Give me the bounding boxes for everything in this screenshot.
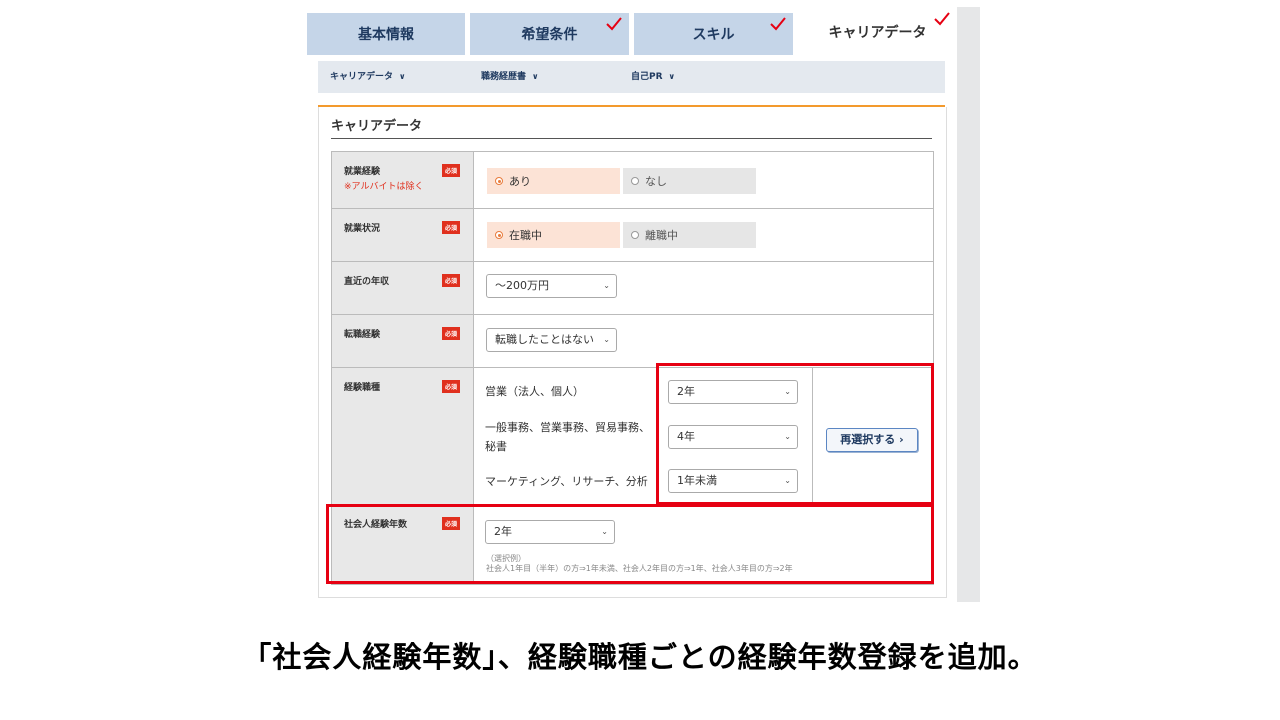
row-recent-income: 直近の年収 必須 〜200万円 ⌄ [331, 261, 934, 315]
radio-label: 離職中 [645, 229, 678, 242]
required-badge: 必須 [442, 274, 461, 287]
tab-basic-info[interactable]: 基本情報 [307, 13, 465, 55]
radio-selected-icon [495, 231, 503, 239]
row-label: 就業経験 [344, 167, 381, 177]
row-work-experience: 就業経験 ※アルバイトは除く 必須 あり なし [331, 151, 934, 209]
tab-skills[interactable]: スキル [634, 13, 793, 55]
row-label-cell: 就業経験 ※アルバイトは除く 必須 [332, 152, 474, 209]
chevron-down-icon: ⌄ [603, 335, 610, 344]
chevron-down-icon: ∨ [532, 72, 539, 81]
form-page: 基本情報 希望条件 スキル キャリアデータ キャリアデータ ∨ 職務経歴書 ∨ 自己… [300, 7, 957, 602]
row-label-cell: 直近の年収 必須 [332, 262, 474, 315]
highlight-box-job-years [656, 363, 934, 505]
title-underline [331, 138, 932, 139]
row-label: 直近の年収 [344, 277, 390, 287]
row-job-change: 転職経験 必須 転職したことはない ⌄ [331, 314, 934, 368]
radio-label: なし [645, 175, 667, 188]
job-type-name: 一般事務、営業事務、貿易事務、秘書 [485, 421, 650, 453]
slide-caption: 「社会人経験年数」、経験職種ごとの経験年数登録を追加。 [242, 640, 1038, 674]
radio-label: あり [509, 175, 531, 188]
section-divider [318, 105, 945, 107]
radio-status-unemployed[interactable]: 離職中 [623, 222, 756, 248]
job-type-name: 営業（法人、個人） [485, 385, 584, 398]
income-select[interactable]: 〜200万円 ⌄ [486, 274, 617, 298]
row-label-cell: 転職経験 必須 [332, 315, 474, 368]
required-badge: 必須 [442, 164, 461, 177]
checkmark-icon [770, 17, 786, 31]
required-badge: 必須 [442, 327, 461, 340]
tab-label: キャリアデータ [828, 24, 927, 41]
job-type-name: マーケティング、リサーチ、分析 [485, 475, 648, 488]
job-change-select[interactable]: 転職したことはない ⌄ [486, 328, 617, 352]
chevron-down-icon: ∨ [668, 72, 676, 81]
required-badge: 必須 [442, 380, 461, 393]
chevron-down-icon: ⌄ [603, 281, 610, 290]
radio-work-exp-no[interactable]: なし [623, 168, 756, 194]
radio-unselected-icon [631, 177, 639, 185]
radio-selected-icon [495, 177, 503, 185]
subnav-career-data[interactable]: キャリアデータ ∨ [330, 61, 406, 93]
row-label: 就業状況 [344, 224, 381, 234]
select-value: 〜200万円 [495, 279, 549, 292]
subnav-label: 自己PR [631, 72, 663, 82]
row-label-cell: 経験職種 必須 [332, 368, 474, 505]
row-label: 経験職種 [344, 383, 381, 393]
tab-label: スキル [692, 27, 735, 43]
highlight-box-social-years [326, 504, 934, 584]
row-label: 転職経験 [344, 330, 381, 340]
row-label-cell: 就業状況 必須 [332, 209, 474, 262]
select-value: 転職したことはない [495, 333, 594, 346]
checkmark-icon [934, 12, 950, 26]
tab-desired-conditions[interactable]: 希望条件 [470, 13, 629, 55]
radio-work-exp-yes[interactable]: あり [487, 168, 620, 194]
subnav-label: キャリアデータ [330, 72, 394, 82]
subnav-self-pr[interactable]: 自己PR ∨ [631, 61, 675, 93]
section-title: キャリアデータ [331, 119, 423, 134]
required-badge: 必須 [442, 221, 461, 234]
subnav-label: 職務経歴書 [481, 72, 527, 82]
checkmark-icon [606, 17, 622, 31]
subnav-work-history[interactable]: 職務経歴書 ∨ [481, 61, 539, 93]
tab-label: 基本情報 [358, 27, 414, 43]
radio-label: 在職中 [509, 229, 542, 242]
radio-status-employed[interactable]: 在職中 [487, 222, 620, 248]
tab-label: 希望条件 [521, 27, 578, 43]
sub-navigation: キャリアデータ ∨ 職務経歴書 ∨ 自己PR ∨ [318, 61, 945, 93]
row-note: ※アルバイトは除く [344, 182, 424, 192]
chevron-down-icon: ∨ [399, 72, 406, 81]
radio-unselected-icon [631, 231, 639, 239]
screenshot-frame: 基本情報 希望条件 スキル キャリアデータ キャリアデータ ∨ 職務経歴書 ∨ 自己… [300, 7, 980, 602]
row-work-status: 就業状況 必須 在職中 離職中 [331, 208, 934, 262]
tab-career-data[interactable]: キャリアデータ [798, 8, 957, 55]
